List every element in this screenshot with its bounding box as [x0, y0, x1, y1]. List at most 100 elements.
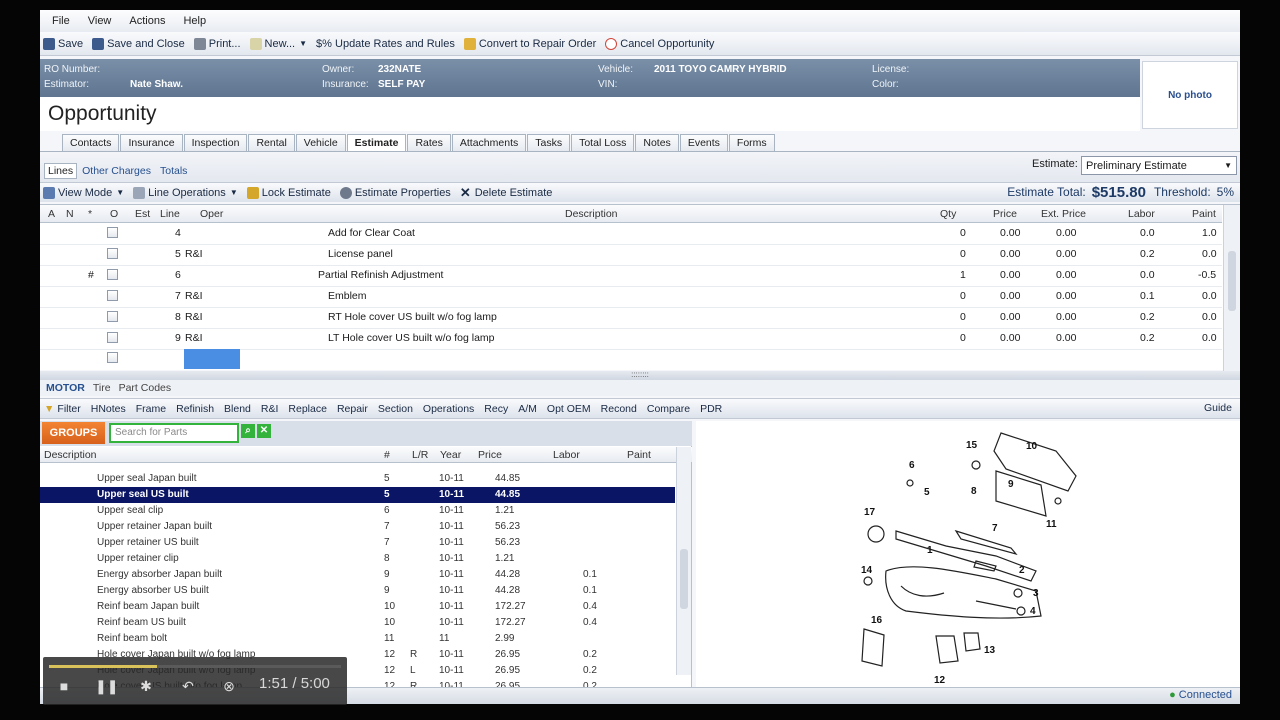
subtab-lines[interactable]: Lines — [44, 163, 78, 179]
fullscreen-icon[interactable]: ✱ — [137, 677, 155, 695]
tab-tire[interactable]: Tire — [93, 382, 111, 394]
hnotes-button[interactable]: HNotes — [91, 403, 126, 415]
tab-motor[interactable]: MOTOR — [46, 382, 85, 394]
parts-row[interactable]: Reinf beam Japan built 10 10-11 172.27 0.4 — [40, 599, 675, 615]
checkbox[interactable] — [107, 227, 118, 238]
save-button[interactable]: Save — [43, 37, 83, 50]
convert-repair-order-button[interactable]: Convert to Repair Order — [463, 37, 596, 50]
parts-search-input[interactable]: Search for Parts — [109, 423, 239, 443]
parts-row[interactable]: Reinf beam US built 10 10-11 172.27 0.4 — [40, 615, 675, 631]
table-row[interactable]: #6 Partial Refinish Adjustment 1 0.00 0.00 0.… — [40, 266, 1222, 287]
rewind-icon[interactable]: ↶ — [179, 677, 197, 695]
checkbox[interactable] — [107, 311, 118, 322]
search-icon[interactable]: ⌕ — [241, 424, 255, 438]
replace-button[interactable]: Replace — [288, 403, 327, 415]
pdr-button[interactable]: PDR — [700, 403, 722, 415]
cancel-opportunity-button[interactable]: Cancel Opportunity — [605, 37, 714, 50]
delete-estimate-button[interactable]: ✕ Delete Estimate — [460, 185, 553, 201]
recy-button[interactable]: Recy — [484, 403, 508, 415]
estimate-select[interactable]: Preliminary Estimate ▼ — [1081, 156, 1237, 175]
tab-notes[interactable]: Notes — [635, 134, 679, 151]
table-row[interactable]: 4 Add for Clear Coat 0 0.00 0.00 0.0 1.0 — [40, 224, 1222, 245]
subtab-totals[interactable]: Totals — [156, 163, 191, 179]
line-operations-button[interactable]: Line Operations ▼ — [133, 186, 238, 199]
menu-actions[interactable]: Actions — [129, 15, 165, 27]
opt-oem-button[interactable]: Opt OEM — [547, 403, 591, 415]
close-icon[interactable]: ⊗ — [220, 677, 238, 695]
parts-row[interactable]: Upper seal clip 6 10-11 1.21 — [40, 503, 675, 519]
table-row[interactable]: 9 R&I LT Hole cover US built w/o fog lamp 0… — [40, 329, 1222, 350]
subtab-other-charges[interactable]: Other Charges — [78, 163, 155, 179]
refinish-button[interactable]: Refinish — [176, 403, 214, 415]
tab-estimate[interactable]: Estimate — [346, 134, 407, 152]
tab-insurance[interactable]: Insurance — [120, 134, 183, 151]
tab-tasks[interactable]: Tasks — [527, 134, 571, 151]
view-mode-button[interactable]: View Mode ▼ — [43, 186, 124, 199]
am-button[interactable]: A/M — [518, 403, 537, 415]
video-progress[interactable] — [49, 665, 341, 668]
parts-row[interactable]: Upper seal US built 5 10-11 44.85 — [40, 487, 675, 503]
checkbox[interactable] — [107, 248, 118, 259]
tab-contacts[interactable]: Contacts — [62, 134, 120, 151]
estimate-properties-button[interactable]: Estimate Properties — [339, 186, 451, 199]
compare-button[interactable]: Compare — [647, 403, 690, 415]
tab-rates[interactable]: Rates — [407, 134, 451, 151]
parts-row[interactable]: Upper seal Japan built 5 10-11 44.85 — [40, 471, 675, 487]
tab-forms[interactable]: Forms — [728, 134, 775, 151]
tab-vehicle[interactable]: Vehicle — [295, 134, 346, 151]
parts-scrollbar[interactable] — [676, 447, 691, 675]
lock-estimate-button[interactable]: Lock Estimate — [246, 186, 331, 199]
table-row[interactable]: 5 R&I License panel 0 0.00 0.00 0.2 0.0 — [40, 245, 1222, 266]
menu-help[interactable]: Help — [183, 15, 206, 27]
recond-button[interactable]: Recond — [601, 403, 637, 415]
clear-icon[interactable]: ✕ — [257, 424, 271, 438]
ext-price-cell: 0.00 — [1056, 311, 1077, 323]
new-button[interactable]: New... ▼ — [249, 37, 307, 50]
filter-button[interactable]: Filter — [57, 403, 80, 415]
tab-events[interactable]: Events — [679, 134, 728, 151]
table-row[interactable]: 7 R&I Emblem 0 0.00 0.00 0.1 0.0 — [40, 287, 1222, 308]
save-close-button[interactable]: Save and Close — [92, 37, 185, 50]
tab-part-codes[interactable]: Part Codes — [119, 382, 172, 394]
update-rates-button[interactable]: $% Update Rates and Rules — [316, 38, 455, 50]
line-number: 6 — [175, 269, 181, 281]
parts-row[interactable]: Energy absorber Japan built 9 10-11 44.28 0.… — [40, 567, 675, 583]
part-description: Upper retainer clip — [97, 553, 179, 564]
menu-view[interactable]: View — [88, 15, 112, 27]
checkbox[interactable] — [107, 269, 118, 280]
section-button[interactable]: Section — [378, 403, 413, 415]
parts-row[interactable]: Reinf beam bolt 11 11 2.99 — [40, 631, 675, 647]
guide-button[interactable]: Guide — [1204, 402, 1232, 414]
blend-button[interactable]: Blend — [224, 403, 251, 415]
repair-button[interactable]: Repair — [337, 403, 368, 415]
parts-diagram[interactable]: 1 2 3 4 5 6 7 8 9 10 11 12 13 14 15 16 1… — [696, 421, 1240, 688]
part-number: 5 — [384, 473, 390, 484]
menu-file[interactable]: File — [52, 15, 70, 27]
panel-splitter[interactable]: :::::::: — [40, 371, 1240, 380]
tab-total-loss[interactable]: Total Loss — [571, 134, 635, 151]
groups-button[interactable]: GROUPS — [42, 422, 105, 444]
vehicle-photo[interactable]: No photo — [1142, 61, 1238, 129]
print-button[interactable]: Print... — [193, 37, 241, 50]
parts-row[interactable]: Upper retainer US built 7 10-11 56.23 — [40, 535, 675, 551]
parts-row[interactable]: Upper retainer Japan built 7 10-11 56.23 — [40, 519, 675, 535]
checkbox[interactable] — [107, 352, 118, 363]
tab-inspection[interactable]: Inspection — [183, 134, 248, 151]
table-row[interactable]: 8 R&I RT Hole cover US built w/o fog lamp 0… — [40, 308, 1222, 329]
pause-icon[interactable]: ❚❚ — [95, 677, 118, 695]
view-mode-icon — [43, 186, 55, 199]
new-line-row[interactable] — [40, 349, 1222, 370]
checkbox[interactable] — [107, 290, 118, 301]
ri-button[interactable]: R&I — [261, 403, 279, 415]
new-line-input[interactable] — [184, 349, 240, 369]
tab-rental[interactable]: Rental — [248, 134, 295, 151]
tab-attachments[interactable]: Attachments — [451, 134, 527, 151]
parts-row[interactable]: Upper retainer clip 8 10-11 1.21 — [40, 551, 675, 567]
frame-button[interactable]: Frame — [136, 403, 166, 415]
lines-scrollbar[interactable] — [1223, 205, 1240, 371]
parts-row[interactable]: Energy absorber US built 9 10-11 44.28 0.1 — [40, 583, 675, 599]
operations-button[interactable]: Operations — [423, 403, 474, 415]
qty-cell: 0 — [960, 332, 966, 344]
stop-icon[interactable]: ■ — [55, 677, 73, 695]
checkbox[interactable] — [107, 332, 118, 343]
